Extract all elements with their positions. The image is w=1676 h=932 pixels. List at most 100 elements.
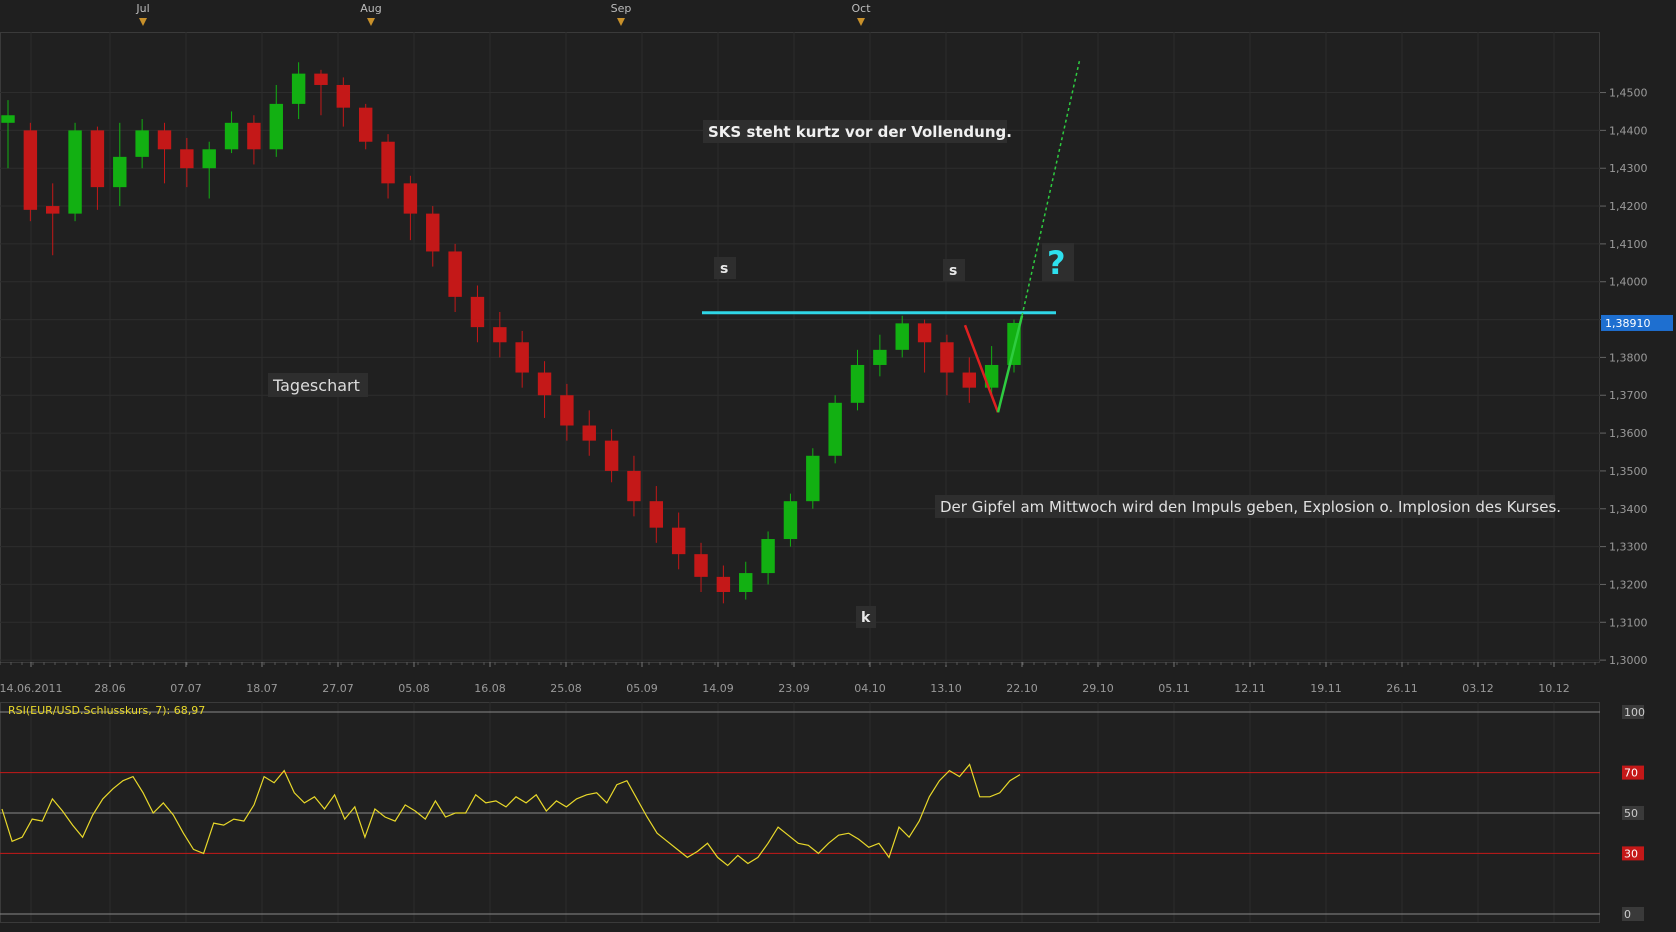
rsi-panel: 100 70 50 30 0 RSI(EUR/USD.Schlusskurs, 7): 6… [0,702,1645,923]
candle-body [761,539,775,574]
x-tick-label: 27.07 [322,682,354,695]
right-shoulder-label: s [949,263,957,279]
x-tick-label: 12.11 [1234,682,1266,695]
rsi-title: RSI(EUR/USD.Schlusskurs, 7): 68,97 [8,704,205,717]
x-tick-label: 23.09 [778,682,810,695]
x-tick-label: 05.08 [398,682,430,695]
candle-body [716,576,731,592]
candle-body [68,130,82,214]
candle-body [381,141,395,184]
y-tick-label: 1,3200 [1609,578,1648,591]
y-tick-label: 1,3100 [1609,616,1648,629]
candle-body [649,501,664,528]
candle-body [157,130,172,150]
candle-body [783,501,798,540]
x-tick-label: 29.10 [1082,682,1114,695]
y-tick-label: 1,3800 [1609,351,1648,364]
x-tick-label: 14.09 [702,682,734,695]
x-tick-label: 16.08 [474,682,506,695]
candle-body [828,402,842,456]
x-tick-label: 13.10 [930,682,962,695]
candle-body [247,122,261,150]
candle-body [806,455,820,502]
x-tick-label: 03.12 [1462,682,1494,695]
x-tick-label: 10.12 [1538,682,1570,695]
candle-body [46,206,60,214]
candle-body [202,149,216,169]
x-tick-label: 25.08 [550,682,582,695]
rsi-tick-label: 70 [1624,767,1638,780]
candle-body [336,84,351,108]
candle-body [493,327,507,343]
eurusd-daily-chart: 1,45001,44001,43001,42001,41001,40001,39… [0,0,1676,932]
candle-body [582,425,596,441]
y-tick-label: 1,3600 [1609,427,1648,440]
candle-body [873,349,887,365]
y-tick-label: 1,4300 [1609,162,1648,175]
candle-body [113,156,127,188]
headline: SKS steht kurtz vor der Vollendung. [708,123,1012,141]
y-tick-label: 1,3700 [1609,389,1648,402]
month-label: Sep [611,2,632,15]
candle-body [739,573,753,592]
x-tick-label: 22.10 [1006,682,1038,695]
y-tick-label: 1,4200 [1609,200,1648,213]
candle-body [291,73,306,104]
candle-body [180,149,194,169]
question-mark: ? [1047,244,1066,282]
candle-body [627,470,641,502]
candle-body [224,122,239,150]
x-tick-label: 18.07 [246,682,278,695]
candle-body [135,130,149,157]
candle-body [694,554,708,577]
y-tick-label: 1,4100 [1609,238,1648,251]
y-tick-label: 1,3500 [1609,465,1648,478]
y-tick-label: 1,3400 [1609,503,1648,516]
candle-body [940,342,954,373]
candle-body [269,103,283,150]
candle-body [448,251,462,297]
x-tick-label: 04.10 [854,682,886,695]
candle-body [23,130,38,210]
x-tick-label: 05.09 [626,682,658,695]
month-label: Aug [360,2,381,15]
candle-body [537,372,552,396]
left-shoulder-label: s [720,261,728,277]
month-label: Oct [851,2,871,15]
y-tick-label: 1,3300 [1609,541,1648,554]
x-tick-label: 26.11 [1386,682,1418,695]
rsi-tick-label: 30 [1624,847,1638,860]
candle-body [1,115,15,123]
rsi-tick-label: 0 [1624,908,1631,921]
candle-body [90,130,105,188]
head-label: k [861,610,871,626]
last-price-label: 1,38910 [1605,317,1651,330]
candle-body [426,213,440,252]
candle-body [671,527,686,555]
y-tick-label: 1,4400 [1609,124,1648,137]
candle-body [850,364,865,403]
x-tick-label: 28.06 [94,682,126,695]
timeframe-label: Tageschart [272,376,360,395]
candle-body [917,323,932,343]
candle-body [962,372,976,388]
candle-body [314,73,328,85]
candle-body [515,342,529,373]
y-tick-label: 1,4500 [1609,87,1648,100]
candle-body [560,395,574,426]
x-tick-label: 19.11 [1310,682,1342,695]
rsi-tick-label: 100 [1624,706,1645,719]
candle-body [470,296,485,328]
candle-body [358,107,373,142]
x-tick-label: 14.06.2011 [0,682,62,695]
candle-body [895,323,909,350]
candle-body [604,440,619,471]
candle-body [403,183,418,214]
month-label: Jul [135,2,149,15]
comment-label: Der Gipfel am Mittwoch wird den Impuls g… [940,498,1561,516]
x-tick-label: 07.07 [170,682,202,695]
rsi-tick-label: 50 [1624,807,1638,820]
x-tick-label: 05.11 [1158,682,1190,695]
y-tick-label: 1,4000 [1609,276,1648,289]
y-tick-label: 1,3000 [1609,654,1648,667]
